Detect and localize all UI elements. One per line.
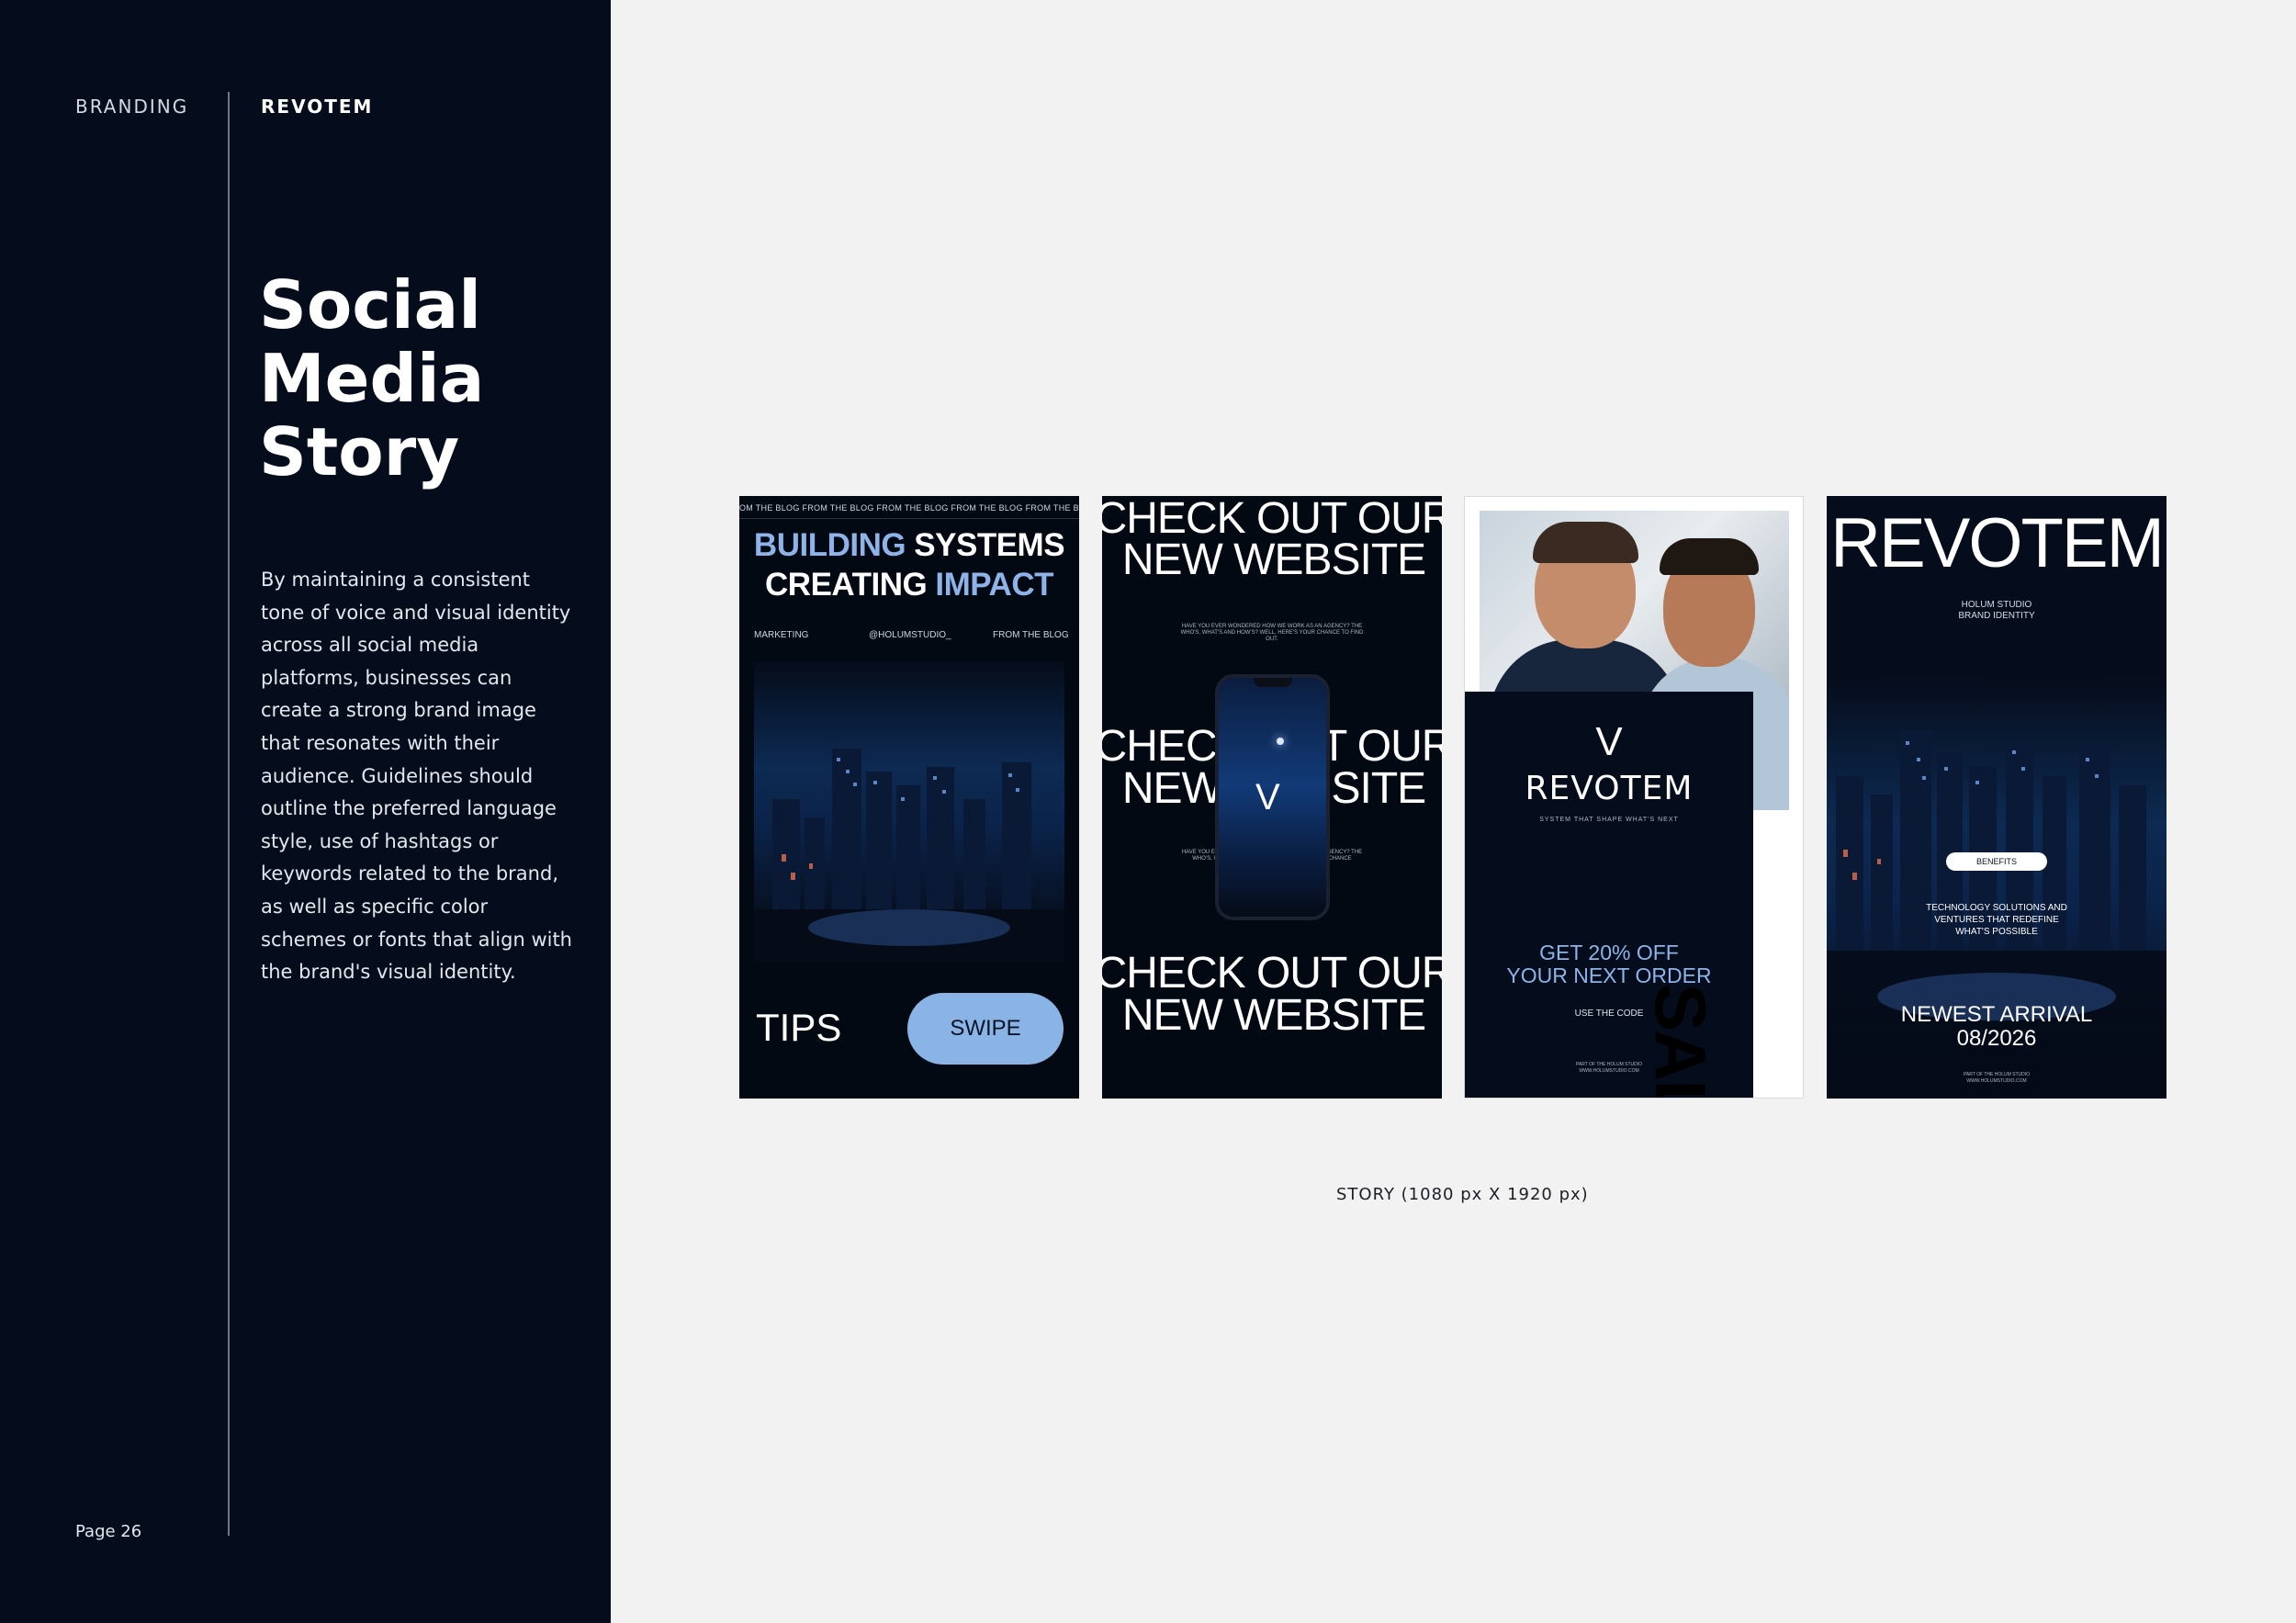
story-card-arrival: REVOTEM HOLUM STUDIO BRAND IDENTITY BENE… (1827, 496, 2167, 1099)
meta-handle: @HOLUMSTUDIO_ (869, 630, 951, 640)
sale-vertical-text: SALE (1640, 984, 1721, 1099)
title-line-2: Media (259, 340, 485, 417)
section-label: BRANDING (75, 96, 189, 118)
card-footer: PART OF THE HOLUM STUDIO WWW.HOLUMSTUDIO… (1827, 1072, 2167, 1085)
brand-tagline: SYSTEM THAT SHAPE WHAT'S NEXT (1539, 817, 1679, 823)
meta-source: FROM THE BLOG (993, 630, 1069, 640)
headline-highlight-2: IMPACT (935, 567, 1053, 603)
blog-ticker: OM THE BLOG FROM THE BLOG FROM THE BLOG … (739, 503, 1079, 519)
phone-notch (1254, 678, 1292, 687)
offer-line-1: GET 20% OFF (1539, 941, 1679, 964)
phone-mockup: V (1215, 674, 1330, 920)
meta-category: MARKETING (754, 630, 809, 640)
moon-icon (1277, 738, 1284, 745)
headline-bottom-2: NEW WEBSITE (1121, 991, 1426, 1040)
brand-title: REVOTEM (1830, 504, 2165, 582)
offer-text: GET 20% OFF YOUR NEXT ORDER (1465, 941, 1753, 987)
tips-label: TIPS (756, 1006, 842, 1049)
revotem-logo-icon: V (1255, 777, 1280, 817)
tech-line-1: TECHNOLOGY SOLUTIONS AND (1926, 903, 2067, 913)
revotem-logo-icon: V (1595, 719, 1623, 764)
headline-white-1: SYSTEMS (906, 527, 1065, 563)
footer-line-1: PART OF THE HOLUM STUDIO (1963, 1072, 2031, 1077)
city-photo (754, 661, 1064, 963)
person-1-hair (1533, 522, 1638, 563)
subtitle-line-1: HOLUM STUDIO (1961, 600, 2032, 610)
headline-line-2: CREATING IMPACT (739, 567, 1079, 603)
arrival-text: NEWEST ARRIVAL 08/2026 (1827, 1003, 2167, 1051)
headline-top-2: NEW WEBSITE (1121, 535, 1426, 584)
description-text: By maintaining a consistent tone of voic… (261, 569, 572, 984)
subtitle-line-2: BRAND IDENTITY (1958, 611, 2035, 621)
headline-top-1: CHECK OUT OUR (1102, 496, 1442, 543)
tech-line-3: WHAT'S POSSIBLE (1955, 927, 2038, 937)
city-skyline-image (754, 749, 1064, 963)
brand-name: REVOTEM (1525, 770, 1694, 807)
arrival-line-1: NEWEST ARRIVAL (1900, 1002, 2093, 1027)
headline-bottom-1: CHECK OUT OUR (1102, 949, 1442, 997)
sidebar: BRANDING REVOTEM Social Media Story By m… (0, 0, 611, 1623)
headline-line-1: BUILDING SYSTEMS (739, 527, 1079, 564)
story-card-website: CHECK OUT OUR NEW WEBSITE HAVE YOU EVER … (1102, 496, 1442, 1099)
headline-white-2: CREATING (765, 567, 936, 603)
brand-subtitle: HOLUM STUDIO BRAND IDENTITY (1827, 600, 2167, 622)
story-size-caption: STORY (1080 px X 1920 px) (1336, 1185, 1589, 1204)
title-line-1: Social (259, 266, 481, 344)
page-title: Social Media Story (259, 268, 590, 489)
arrival-date: 08/2026 (1956, 1026, 2037, 1051)
tech-line-2: VENTURES THAT REDEFINE (1934, 915, 2059, 925)
story-card-blog: OM THE BLOG FROM THE BLOG FROM THE BLOG … (739, 496, 1079, 1099)
swipe-button[interactable]: SWIPE (907, 993, 1064, 1065)
tech-text: TECHNOLOGY SOLUTIONS AND VENTURES THAT R… (1827, 902, 2167, 938)
benefits-badge: BENEFITS (1946, 852, 2047, 871)
person-2-hair (1660, 538, 1759, 575)
story-card-sale: V REVOTEM SYSTEM THAT SHAPE WHAT'S NEXT … (1464, 496, 1804, 1099)
divider-line (228, 92, 230, 1536)
title-line-3: Story (259, 413, 460, 490)
intro-text: HAVE YOU EVER WONDERED HOW WE WORK AS AN… (1180, 624, 1364, 642)
page-number: Page 26 (75, 1522, 142, 1541)
brand-label: REVOTEM (261, 96, 374, 118)
footer-line-2: WWW.HOLUMSTUDIO.COM (1966, 1078, 2027, 1084)
headline-highlight-1: BUILDING (753, 527, 906, 563)
